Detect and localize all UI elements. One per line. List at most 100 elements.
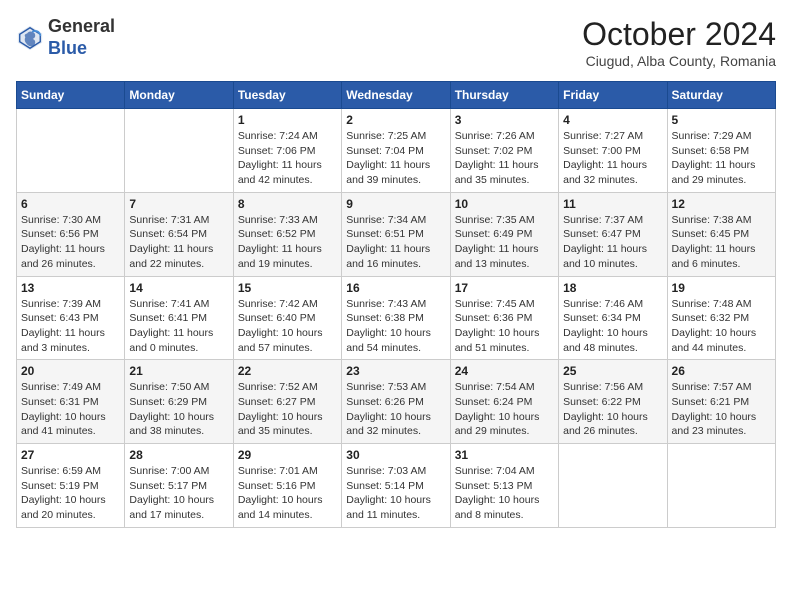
day-cell: 28Sunrise: 7:00 AM Sunset: 5:17 PM Dayli… — [125, 444, 233, 528]
day-cell: 23 Sunrise: 7:53 AM Sunset: 6:26 PM Dayli… — [342, 360, 450, 444]
day-number: 19 — [672, 281, 771, 295]
day-info: Sunrise: 7:53 AM Sunset: 6:26 PM Dayligh… — [346, 380, 445, 439]
week-row-4: 20 Sunrise: 7:49 AM Sunset: 6:31 PM Dayli… — [17, 360, 776, 444]
day-number: 10 — [455, 197, 554, 211]
day-info: Sunrise: 7:31 AM Sunset: 6:54 PM Dayligh… — [129, 213, 228, 272]
day-number: 31 — [455, 448, 554, 462]
location: Ciugud, Alba County, Romania — [582, 53, 776, 69]
day-info: Sunrise: 7:49 AM Sunset: 6:31 PM Dayligh… — [21, 380, 120, 439]
day-info: Sunrise: 7:38 AM Sunset: 6:45 PM Dayligh… — [672, 213, 771, 272]
day-number: 6 — [21, 197, 120, 211]
day-cell: 21 Sunrise: 7:50 AM Sunset: 6:29 PM Dayli… — [125, 360, 233, 444]
day-number: 15 — [238, 281, 337, 295]
day-number: 9 — [346, 197, 445, 211]
day-cell: 18 Sunrise: 7:46 AM Sunset: 6:34 PM Dayli… — [559, 276, 667, 360]
day-info: Sunrise: 7:24 AM Sunset: 7:06 PM Dayligh… — [238, 129, 337, 188]
day-number: 4 — [563, 113, 662, 127]
day-cell: 13Sunrise: 7:39 AM Sunset: 6:43 PM Dayli… — [17, 276, 125, 360]
day-cell: 10 Sunrise: 7:35 AM Sunset: 6:49 PM Dayli… — [450, 192, 558, 276]
day-cell: 17 Sunrise: 7:45 AM Sunset: 6:36 PM Dayli… — [450, 276, 558, 360]
day-info: Sunrise: 7:01 AM Sunset: 5:16 PM Dayligh… — [238, 464, 337, 523]
day-info: Sunrise: 7:45 AM Sunset: 6:36 PM Dayligh… — [455, 297, 554, 356]
day-info: Sunrise: 7:48 AM Sunset: 6:32 PM Dayligh… — [672, 297, 771, 356]
day-number: 23 — [346, 364, 445, 378]
day-header-friday: Friday — [559, 82, 667, 109]
day-info: Sunrise: 7:46 AM Sunset: 6:34 PM Dayligh… — [563, 297, 662, 356]
day-cell: 3 Sunrise: 7:26 AM Sunset: 7:02 PM Daylig… — [450, 109, 558, 193]
day-info: Sunrise: 7:29 AM Sunset: 6:58 PM Dayligh… — [672, 129, 771, 188]
day-info: Sunrise: 7:43 AM Sunset: 6:38 PM Dayligh… — [346, 297, 445, 356]
title-block: October 2024 Ciugud, Alba County, Romani… — [582, 16, 776, 69]
day-info: Sunrise: 7:35 AM Sunset: 6:49 PM Dayligh… — [455, 213, 554, 272]
day-info: Sunrise: 7:54 AM Sunset: 6:24 PM Dayligh… — [455, 380, 554, 439]
week-row-2: 6 Sunrise: 7:30 AM Sunset: 6:56 PM Daylig… — [17, 192, 776, 276]
day-cell: 8Sunrise: 7:33 AM Sunset: 6:52 PM Daylig… — [233, 192, 341, 276]
week-row-3: 13Sunrise: 7:39 AM Sunset: 6:43 PM Dayli… — [17, 276, 776, 360]
day-number: 20 — [21, 364, 120, 378]
logo: General Blue — [16, 16, 115, 59]
day-info: Sunrise: 7:34 AM Sunset: 6:51 PM Dayligh… — [346, 213, 445, 272]
day-cell: 7Sunrise: 7:31 AM Sunset: 6:54 PM Daylig… — [125, 192, 233, 276]
day-info: Sunrise: 7:39 AM Sunset: 6:43 PM Dayligh… — [21, 297, 120, 356]
day-cell: 20 Sunrise: 7:49 AM Sunset: 6:31 PM Dayli… — [17, 360, 125, 444]
day-cell: 25 Sunrise: 7:56 AM Sunset: 6:22 PM Dayli… — [559, 360, 667, 444]
days-header-row: SundayMondayTuesdayWednesdayThursdayFrid… — [17, 82, 776, 109]
day-cell: 14Sunrise: 7:41 AM Sunset: 6:41 PM Dayli… — [125, 276, 233, 360]
day-info: Sunrise: 7:57 AM Sunset: 6:21 PM Dayligh… — [672, 380, 771, 439]
day-info: Sunrise: 7:04 AM Sunset: 5:13 PM Dayligh… — [455, 464, 554, 523]
week-row-1: 1 Sunrise: 7:24 AM Sunset: 7:06 PM Daylig… — [17, 109, 776, 193]
day-number: 18 — [563, 281, 662, 295]
day-number: 24 — [455, 364, 554, 378]
day-number: 3 — [455, 113, 554, 127]
day-info: Sunrise: 7:37 AM Sunset: 6:47 PM Dayligh… — [563, 213, 662, 272]
day-cell: 4 Sunrise: 7:27 AM Sunset: 7:00 PM Daylig… — [559, 109, 667, 193]
day-number: 17 — [455, 281, 554, 295]
day-info: Sunrise: 7:26 AM Sunset: 7:02 PM Dayligh… — [455, 129, 554, 188]
day-info: Sunrise: 7:52 AM Sunset: 6:27 PM Dayligh… — [238, 380, 337, 439]
day-number: 16 — [346, 281, 445, 295]
day-cell: 19 Sunrise: 7:48 AM Sunset: 6:32 PM Dayli… — [667, 276, 775, 360]
day-cell: 30Sunrise: 7:03 AM Sunset: 5:14 PM Dayli… — [342, 444, 450, 528]
day-info: Sunrise: 7:42 AM Sunset: 6:40 PM Dayligh… — [238, 297, 337, 356]
day-cell: 27 Sunrise: 6:59 AM Sunset: 5:19 PM Dayli… — [17, 444, 125, 528]
day-number: 25 — [563, 364, 662, 378]
day-number: 26 — [672, 364, 771, 378]
day-cell: 31 Sunrise: 7:04 AM Sunset: 5:13 PM Dayli… — [450, 444, 558, 528]
day-cell — [125, 109, 233, 193]
day-cell: 24 Sunrise: 7:54 AM Sunset: 6:24 PM Dayli… — [450, 360, 558, 444]
day-header-thursday: Thursday — [450, 82, 558, 109]
day-cell: 11 Sunrise: 7:37 AM Sunset: 6:47 PM Dayli… — [559, 192, 667, 276]
day-number: 11 — [563, 197, 662, 211]
day-cell: 9 Sunrise: 7:34 AM Sunset: 6:51 PM Daylig… — [342, 192, 450, 276]
day-info: Sunrise: 7:00 AM Sunset: 5:17 PM Dayligh… — [129, 464, 228, 523]
day-info: Sunrise: 7:27 AM Sunset: 7:00 PM Dayligh… — [563, 129, 662, 188]
day-number: 27 — [21, 448, 120, 462]
day-cell: 2Sunrise: 7:25 AM Sunset: 7:04 PM Daylig… — [342, 109, 450, 193]
day-cell: 6 Sunrise: 7:30 AM Sunset: 6:56 PM Daylig… — [17, 192, 125, 276]
day-number: 5 — [672, 113, 771, 127]
day-number: 1 — [238, 113, 337, 127]
day-cell: 15 Sunrise: 7:42 AM Sunset: 6:40 PM Dayli… — [233, 276, 341, 360]
day-cell: 26 Sunrise: 7:57 AM Sunset: 6:21 PM Dayli… — [667, 360, 775, 444]
day-header-sunday: Sunday — [17, 82, 125, 109]
day-cell: 5 Sunrise: 7:29 AM Sunset: 6:58 PM Daylig… — [667, 109, 775, 193]
day-header-saturday: Saturday — [667, 82, 775, 109]
day-info: Sunrise: 7:50 AM Sunset: 6:29 PM Dayligh… — [129, 380, 228, 439]
day-number: 14 — [129, 281, 228, 295]
day-info: Sunrise: 7:33 AM Sunset: 6:52 PM Dayligh… — [238, 213, 337, 272]
day-info: Sunrise: 7:56 AM Sunset: 6:22 PM Dayligh… — [563, 380, 662, 439]
day-info: Sunrise: 6:59 AM Sunset: 5:19 PM Dayligh… — [21, 464, 120, 523]
day-cell: 29 Sunrise: 7:01 AM Sunset: 5:16 PM Dayli… — [233, 444, 341, 528]
day-number: 29 — [238, 448, 337, 462]
day-cell: 22 Sunrise: 7:52 AM Sunset: 6:27 PM Dayli… — [233, 360, 341, 444]
logo-text: General Blue — [48, 16, 115, 59]
logo-icon — [16, 24, 44, 52]
day-info: Sunrise: 7:30 AM Sunset: 6:56 PM Dayligh… — [21, 213, 120, 272]
day-header-wednesday: Wednesday — [342, 82, 450, 109]
month-title: October 2024 — [582, 16, 776, 53]
day-info: Sunrise: 7:03 AM Sunset: 5:14 PM Dayligh… — [346, 464, 445, 523]
day-number: 21 — [129, 364, 228, 378]
day-number: 22 — [238, 364, 337, 378]
day-cell — [667, 444, 775, 528]
day-cell: 1 Sunrise: 7:24 AM Sunset: 7:06 PM Daylig… — [233, 109, 341, 193]
